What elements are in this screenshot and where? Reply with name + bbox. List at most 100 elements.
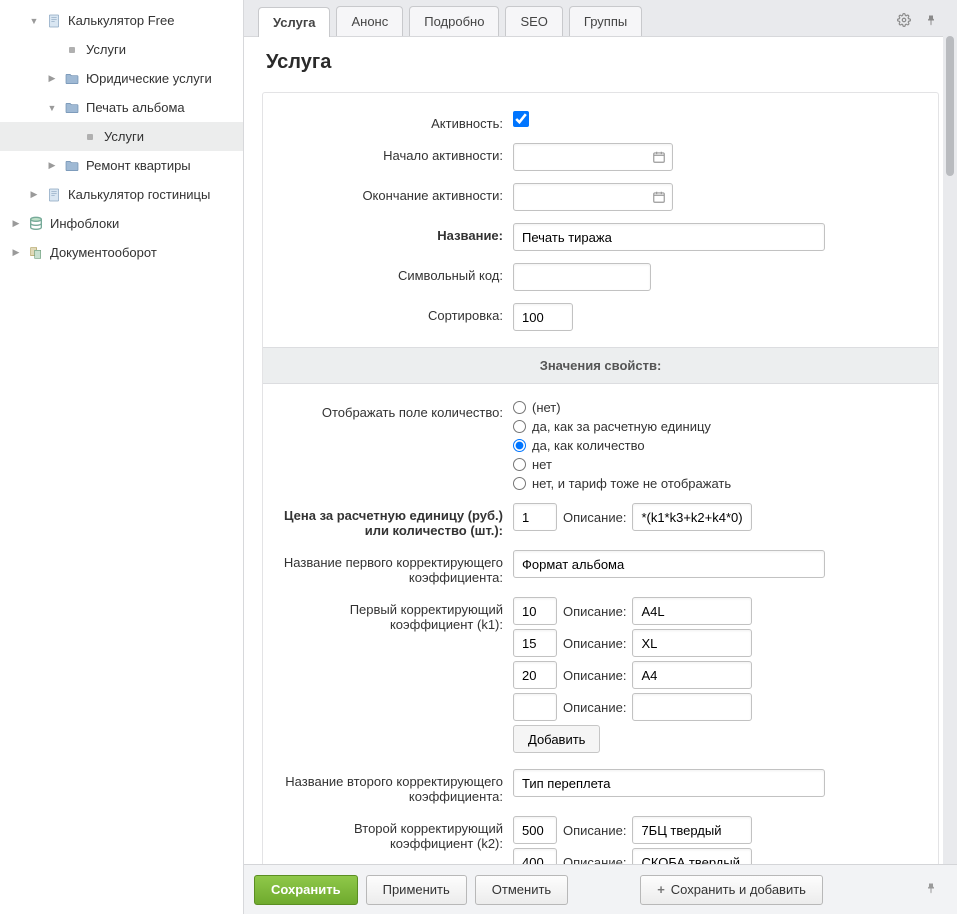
sidebar-item[interactable]: Услуги — [0, 35, 243, 64]
sort-input[interactable] — [513, 303, 573, 331]
code-label: Символьный код: — [279, 263, 513, 283]
chevron-down-icon[interactable]: ▼ — [28, 16, 40, 26]
page-icon — [46, 188, 62, 202]
footer: Сохранить Применить Отменить Сохранить и… — [244, 864, 957, 914]
gear-icon[interactable] — [897, 13, 911, 30]
coef-value-input[interactable] — [513, 661, 557, 689]
coef-desc-label: Описание: — [563, 636, 626, 651]
k2-name-label: Название второго корректирующего коэффиц… — [279, 769, 513, 804]
dot-icon — [82, 130, 98, 144]
tab[interactable]: Услуга — [258, 7, 330, 37]
pin-icon[interactable] — [925, 13, 937, 30]
chevron-right-icon[interactable]: ▶ — [46, 160, 58, 171]
coef-row: Описание: — [513, 816, 752, 844]
sidebar-item[interactable]: ▶Инфоблоки — [0, 209, 243, 238]
chevron-right-icon[interactable]: ▶ — [46, 73, 58, 84]
k2-name-input[interactable] — [513, 769, 825, 797]
save-button[interactable]: Сохранить — [254, 875, 358, 905]
price-value-input[interactable] — [513, 503, 557, 531]
tab[interactable]: Анонс — [336, 6, 403, 36]
coef-desc-input[interactable] — [632, 816, 752, 844]
scrollbar[interactable] — [943, 0, 957, 864]
k1-coef-label: Первый корректирующий коэффициент (k1): — [279, 597, 513, 632]
sidebar-item[interactable]: ▶ Юридические услуги — [0, 64, 243, 93]
sidebar-item-label: Ремонт квартиры — [86, 158, 237, 173]
coef-desc-label: Описание: — [563, 700, 626, 715]
dot-icon — [64, 43, 80, 57]
radio-input[interactable] — [513, 458, 526, 471]
sidebar-item[interactable]: ▶ Ремонт квартиры — [0, 151, 243, 180]
radio-label: да, как за расчетную единицу — [532, 419, 711, 434]
chevron-right-icon[interactable]: ▶ — [28, 189, 40, 200]
activity-checkbox[interactable] — [513, 111, 529, 127]
k2-coef-label: Второй корректирующий коэффициент (k2): — [279, 816, 513, 851]
qty-radio-option[interactable]: нет — [513, 457, 731, 472]
sidebar-item[interactable]: ▶Калькулятор гостиницы — [0, 180, 243, 209]
sidebar-item[interactable]: ▼ Калькулятор Free — [0, 6, 243, 35]
coef-value-input[interactable] — [513, 629, 557, 657]
sidebar-item[interactable]: Услуги — [0, 122, 243, 151]
tab[interactable]: SEO — [505, 6, 562, 36]
coef-desc-label: Описание: — [563, 668, 626, 683]
content-scroll[interactable]: Услуга Активность: Начало активности: — [244, 37, 957, 914]
coef-desc-input[interactable] — [632, 629, 752, 657]
radio-input[interactable] — [513, 439, 526, 452]
coef-value-input[interactable] — [513, 816, 557, 844]
save-and-add-button[interactable]: Сохранить и добавить — [640, 875, 823, 905]
radio-input[interactable] — [513, 477, 526, 490]
tab[interactable]: Группы — [569, 6, 642, 36]
chevron-right-icon[interactable]: ▶ — [10, 218, 22, 229]
coef-desc-input[interactable] — [632, 661, 752, 689]
qty-radio-option[interactable]: да, как количество — [513, 438, 731, 453]
coef-desc-input[interactable] — [632, 693, 752, 721]
k1-name-input[interactable] — [513, 550, 825, 578]
form-panel: Активность: Начало активности: — [262, 92, 939, 914]
calendar-icon[interactable] — [649, 187, 669, 207]
qty-radio-option[interactable]: да, как за расчетную единицу — [513, 419, 731, 434]
coef-value-input[interactable] — [513, 693, 557, 721]
end-activity-label: Окончание активности: — [279, 183, 513, 203]
sidebar-item-label: Юридические услуги — [86, 71, 237, 86]
price-desc-input[interactable] — [632, 503, 752, 531]
tab[interactable]: Подробно — [409, 6, 499, 36]
folder-icon — [64, 101, 80, 115]
coef-desc-input[interactable] — [632, 597, 752, 625]
coef-row: Описание: — [513, 629, 752, 657]
topbar: УслугаАнонсПодробноSEOГруппы — [244, 0, 957, 37]
add-button[interactable]: Добавить — [513, 725, 600, 753]
coef-value-input[interactable] — [513, 597, 557, 625]
activity-label: Активность: — [279, 111, 513, 131]
sidebar-item-label: Калькулятор Free — [68, 13, 237, 28]
calendar-icon[interactable] — [649, 147, 669, 167]
page-title: Услуга — [266, 51, 939, 74]
cancel-button[interactable]: Отменить — [475, 875, 568, 905]
chevron-right-icon[interactable]: ▶ — [10, 247, 22, 258]
folder-icon — [64, 159, 80, 173]
qty-radio-option[interactable]: (нет) — [513, 400, 731, 415]
coef-desc-label: Описание: — [563, 823, 626, 838]
coef-row: Описание: — [513, 693, 752, 721]
code-input[interactable] — [513, 263, 651, 291]
radio-label: нет — [532, 457, 552, 472]
apply-button[interactable]: Применить — [366, 875, 467, 905]
chevron-down-icon[interactable]: ▼ — [46, 103, 58, 113]
sidebar-item[interactable]: ▶Документооборот — [0, 238, 243, 267]
price-label: Цена за расчетную единицу (руб.) или кол… — [279, 503, 513, 538]
scroll-thumb[interactable] — [946, 36, 954, 176]
doc-icon — [28, 246, 44, 260]
coef-desc-label: Описание: — [563, 604, 626, 619]
qty-radio-option[interactable]: нет, и тариф тоже не отображать — [513, 476, 731, 491]
pin-icon[interactable] — [915, 881, 947, 898]
name-label: Название: — [279, 223, 513, 243]
sort-label: Сортировка: — [279, 303, 513, 323]
main-area: УслугаАнонсПодробноSEOГруппы Услуга Акти… — [244, 0, 957, 914]
radio-input[interactable] — [513, 401, 526, 414]
name-input[interactable] — [513, 223, 825, 251]
db-icon — [28, 217, 44, 231]
tabs: УслугаАнонсПодробноSEOГруппы — [258, 6, 897, 36]
sidebar-item-label: Печать альбома — [86, 100, 237, 115]
properties-header: Значения свойств: — [263, 347, 938, 384]
page-icon — [46, 14, 62, 28]
radio-input[interactable] — [513, 420, 526, 433]
sidebar-item[interactable]: ▼ Печать альбома — [0, 93, 243, 122]
